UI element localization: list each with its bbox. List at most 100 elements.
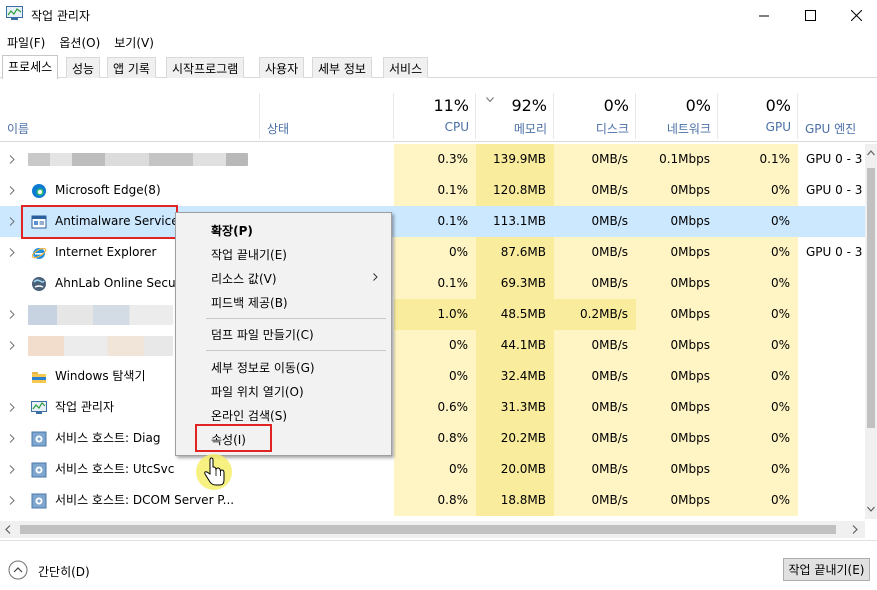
menu-view[interactable]: 보기(V) — [107, 30, 161, 52]
chevron-right-icon[interactable] — [9, 403, 15, 412]
highlight-box-process — [21, 205, 178, 239]
table-row[interactable]: 0% 44.1MB 0MB/s 0Mbps 0% — [0, 330, 865, 361]
column-header-name[interactable]: 이름 — [0, 93, 260, 139]
chevron-right-icon[interactable] — [9, 248, 15, 257]
ctx-go-to-details[interactable]: 세부 정보로 이동(G) — [211, 359, 315, 376]
scroll-right-arrow-icon[interactable] — [852, 525, 858, 534]
gpu-cell: 0% — [718, 485, 798, 516]
column-header-memory[interactable]: 92% 메모리 — [476, 93, 554, 139]
tab-app-history[interactable]: 앱 기록 — [107, 57, 156, 78]
process-name-cell — [0, 144, 260, 175]
disk-cell: 0MB/s — [554, 485, 636, 516]
fewer-details-link[interactable]: 간단히(D) — [38, 563, 90, 580]
table-row[interactable]: 서비스 호스트: Diag 0.8% 20.2MB 0MB/s 0Mbps 0% — [0, 423, 865, 454]
scroll-up-arrow-icon[interactable] — [867, 150, 875, 156]
tab-details[interactable]: 세부 정보 — [312, 57, 372, 78]
network-cell: 0Mbps — [636, 361, 718, 392]
column-header-disk[interactable]: 0% 디스크 — [554, 93, 636, 139]
chevron-right-icon[interactable] — [9, 217, 15, 226]
process-name: Microsoft Edge(8) — [55, 183, 161, 197]
ctx-open-file-location[interactable]: 파일 위치 열기(O) — [211, 383, 304, 400]
memory-total-pct: 92% — [511, 96, 547, 115]
table-row[interactable]: Microsoft Edge(8) 0.1% 120.8MB 0MB/s 0Mb… — [0, 175, 865, 206]
column-header-gpu[interactable]: 0% GPU — [718, 93, 798, 139]
cpu-cell: 0% — [394, 361, 476, 392]
ctx-create-dump[interactable]: 덤프 파일 만들기(C) — [211, 326, 314, 343]
table-row[interactable]: 서비스 호스트: UtcSvc 0% 20.0MB 0MB/s 0Mbps 0% — [0, 454, 865, 485]
column-header-network[interactable]: 0% 네트워크 — [636, 93, 718, 139]
column-header-gpu-engine[interactable]: GPU 엔진 — [798, 93, 877, 139]
chevron-right-icon[interactable] — [9, 465, 15, 474]
column-gpu-label: GPU — [765, 120, 791, 134]
cpu-cell: 0.1% — [394, 175, 476, 206]
table-row[interactable]: 서비스 호스트: DCOM Server P... 0.8% 18.8MB 0M… — [0, 485, 865, 516]
tab-users[interactable]: 사용자 — [259, 57, 305, 78]
window-title: 작업 관리자 — [31, 9, 91, 23]
disk-cell: 0MB/s — [554, 392, 636, 423]
disk-cell: 0MB/s — [554, 175, 636, 206]
tab-services[interactable]: 서비스 — [383, 57, 429, 78]
disk-cell: 0MB/s — [554, 361, 636, 392]
network-cell: 0Mbps — [636, 268, 718, 299]
table-row[interactable]: AhnLab Online Secu 0.1% 69.3MB 0MB/s 0Mb… — [0, 268, 865, 299]
service-host-gear-icon — [31, 431, 47, 447]
network-cell: 0Mbps — [636, 423, 718, 454]
ctx-search-online[interactable]: 온라인 검색(S) — [211, 407, 287, 424]
collapse-circle-icon[interactable] — [8, 560, 28, 580]
column-memory-label: 메모리 — [513, 122, 547, 136]
minimize-button[interactable] — [741, 0, 787, 30]
ctx-expand[interactable]: 확장(P) — [211, 222, 253, 239]
table-row[interactable]: Internet Explorer 0% 87.6MB 0MB/s 0Mbps … — [0, 237, 865, 268]
gpu-cell: 0% — [718, 237, 798, 268]
memory-cell: 48.5MB — [476, 299, 554, 330]
column-header-status[interactable]: 상태 — [260, 93, 394, 139]
menu-options[interactable]: 옵션(O) — [52, 30, 107, 52]
cpu-cell: 0.1% — [394, 206, 476, 237]
ctx-end-task[interactable]: 작업 끝내기(E) — [211, 246, 287, 263]
chevron-right-icon[interactable] — [9, 155, 15, 164]
ctx-resource-values[interactable]: 리소스 값(V) — [211, 270, 277, 287]
footer-bar: 간단히(D) 작업 끝내기(E) — [0, 540, 877, 590]
gpu-cell: 0% — [718, 268, 798, 299]
end-task-button[interactable]: 작업 끝내기(E) — [783, 558, 870, 581]
vertical-scroll-thumb[interactable] — [867, 168, 875, 428]
disk-total-pct: 0% — [603, 96, 629, 115]
cpu-total-pct: 11% — [433, 96, 469, 115]
header-divider — [0, 141, 877, 142]
tab-strip: 프로세스 성능 앱 기록 시작프로그램 사용자 세부 정보 서비스 — [0, 55, 877, 79]
chevron-right-icon[interactable] — [9, 496, 15, 505]
horizontal-scrollbar[interactable] — [0, 521, 865, 538]
table-row[interactable]: 작업 관리자 0.6% 31.3MB 0MB/s 0Mbps 0% — [0, 392, 865, 423]
chevron-right-icon[interactable] — [9, 341, 15, 350]
tab-processes[interactable]: 프로세스 — [2, 55, 59, 79]
vertical-scrollbar[interactable] — [865, 144, 877, 519]
disk-cell: 0.2MB/s — [554, 299, 636, 330]
scroll-down-arrow-icon[interactable] — [867, 506, 875, 512]
horizontal-scroll-thumb[interactable] — [20, 525, 836, 534]
network-cell: 0Mbps — [636, 454, 718, 485]
chevron-right-icon[interactable] — [9, 434, 15, 443]
maximize-button[interactable] — [787, 0, 833, 30]
chevron-right-icon[interactable] — [9, 310, 15, 319]
scroll-left-arrow-icon[interactable] — [5, 525, 11, 534]
close-button[interactable] — [833, 0, 877, 30]
process-name: 서비스 호스트: UtcSvc — [55, 462, 175, 476]
gpu-total-pct: 0% — [765, 96, 791, 115]
column-header-cpu[interactable]: 11% CPU — [394, 93, 476, 139]
redacted-process-name — [28, 305, 173, 325]
table-row[interactable]: 1.0% 48.5MB 0.2MB/s 0Mbps 0% — [0, 299, 865, 330]
table-row[interactable]: Windows 탐색기 0% 32.4MB 0MB/s 0Mbps 0% — [0, 361, 865, 392]
tab-performance[interactable]: 성능 — [66, 57, 101, 78]
edge-icon — [32, 184, 46, 198]
ahnlab-globe-icon — [32, 277, 46, 291]
tab-startup[interactable]: 시작프로그램 — [166, 57, 245, 78]
task-manager-icon — [6, 6, 23, 20]
menu-file[interactable]: 파일(F) — [0, 30, 52, 52]
chevron-right-icon[interactable] — [9, 186, 15, 195]
ctx-feedback[interactable]: 피드백 제공(B) — [211, 294, 288, 311]
table-row[interactable]: 0.3% 139.9MB 0MB/s 0.1Mbps 0.1% GPU 0 - … — [0, 144, 865, 175]
gpu-cell: 0% — [718, 454, 798, 485]
folder-icon — [32, 372, 46, 383]
minimize-icon — [758, 15, 769, 16]
cpu-cell: 0.8% — [394, 485, 476, 516]
